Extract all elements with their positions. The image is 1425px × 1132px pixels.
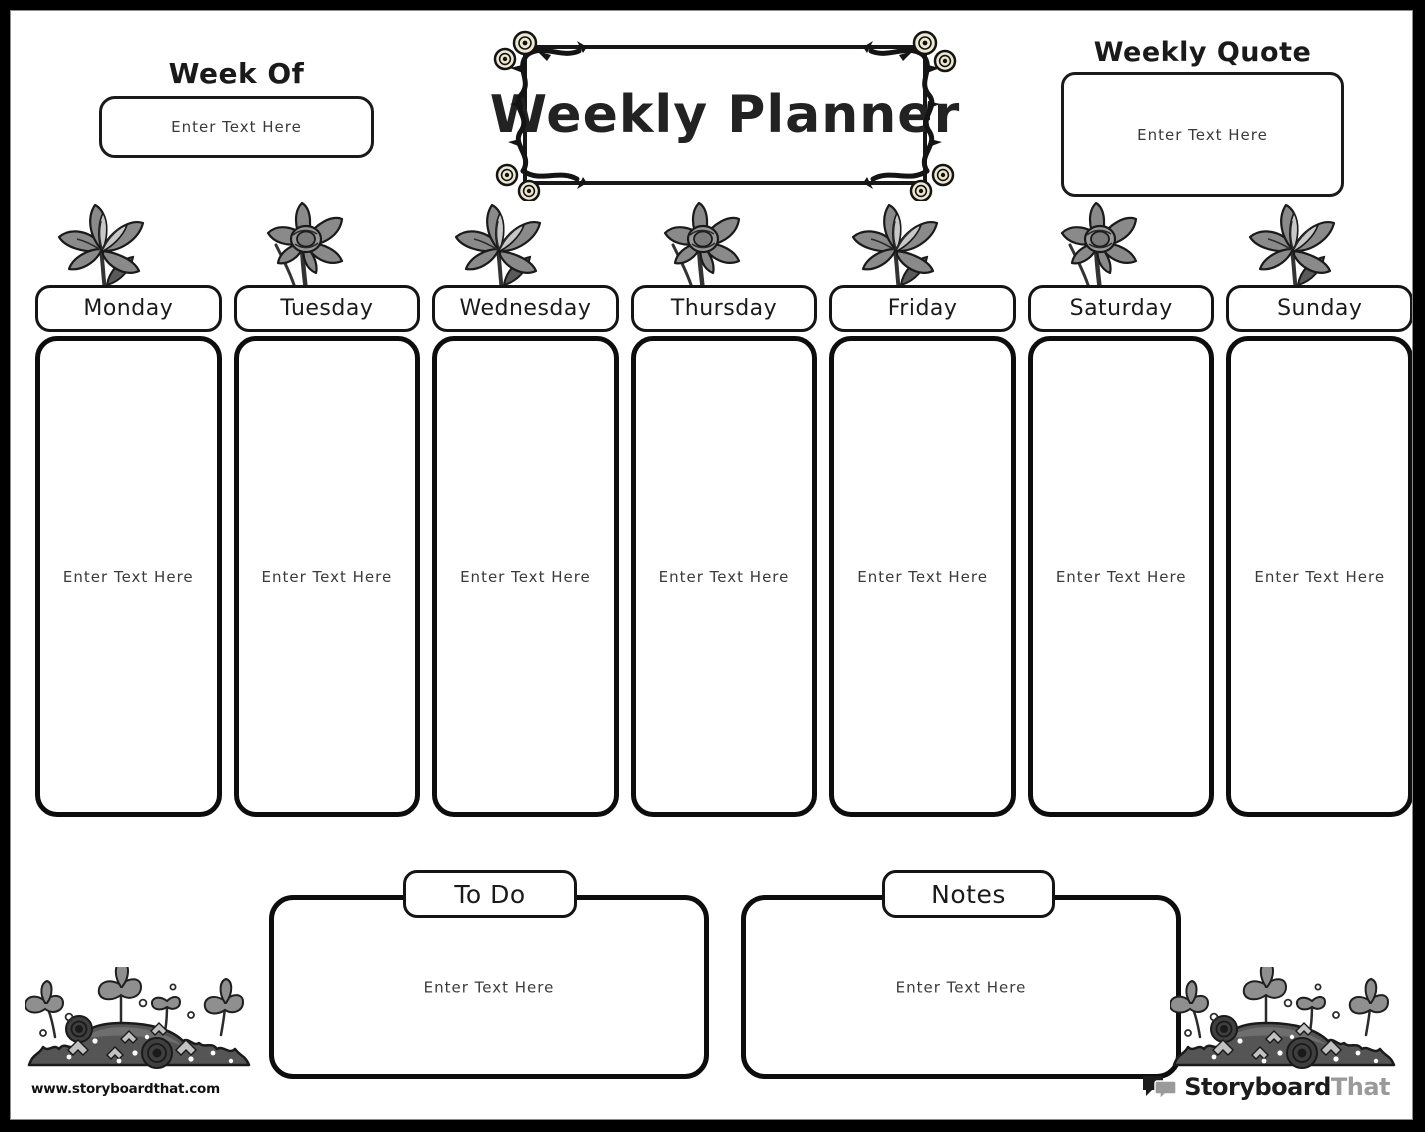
- day-label: Sunday: [1277, 296, 1363, 321]
- lily-flower-icon: [455, 203, 542, 291]
- lily-flower-icon: [852, 203, 939, 291]
- day-entry-wednesday[interactable]: Enter Text Here: [432, 336, 619, 817]
- day-header-friday: Friday: [829, 285, 1016, 332]
- day-placeholder: Enter Text Here: [1055, 567, 1187, 586]
- flower-bush-icon: [25, 967, 251, 1069]
- weekly-quote-placeholder: Enter Text Here: [1137, 125, 1268, 144]
- notes-placeholder: Enter Text Here: [895, 978, 1027, 997]
- weekly-quote-label: Weekly Quote: [1093, 37, 1312, 68]
- brand-text: StoryboardThat: [1184, 1073, 1390, 1101]
- flower-bush-icon: [1170, 967, 1396, 1069]
- todo-label: To Do: [454, 879, 526, 909]
- day-entry-monday[interactable]: Enter Text Here: [35, 336, 222, 817]
- day-placeholder: Enter Text Here: [857, 567, 988, 586]
- day-column-sunday: Sunday Enter Text Here: [1226, 203, 1412, 817]
- daffodil-flower-icon: [266, 201, 343, 291]
- todo-label-tab: To Do: [403, 870, 577, 918]
- day-column-monday: Monday Enter Text Here: [35, 203, 222, 817]
- lily-flower-icon: [57, 203, 145, 291]
- day-header-saturday: Saturday: [1027, 285, 1215, 332]
- notes-input[interactable]: Enter Text Here: [746, 978, 1176, 997]
- week-of-section: Week Of Enter Text Here: [99, 57, 374, 158]
- day-placeholder: Enter Text Here: [1254, 567, 1386, 586]
- title-section: Weekly Planner: [487, 29, 963, 201]
- planner-canvas: Week Of Enter Text Here Weekly Planner W…: [10, 10, 1413, 1120]
- day-column-wednesday: Wednesday Enter Text Here: [432, 203, 619, 817]
- brand-logo[interactable]: StoryboardThat: [1143, 1073, 1391, 1101]
- day-column-tuesday: Tuesday Enter Text Here: [233, 201, 421, 817]
- day-label: Monday: [83, 296, 174, 321]
- notes-label-tab: Notes: [882, 870, 1055, 918]
- weekly-quote-input[interactable]: Enter Text Here: [1061, 72, 1344, 197]
- site-url[interactable]: www.storyboardthat.com: [31, 1081, 220, 1097]
- day-label: Tuesday: [280, 296, 374, 321]
- day-entry-sunday[interactable]: Enter Text Here: [1226, 336, 1412, 817]
- notes-section[interactable]: Notes Enter Text Here: [741, 870, 1181, 1079]
- day-placeholder: Enter Text Here: [658, 567, 790, 586]
- day-header-wednesday: Wednesday: [432, 285, 619, 332]
- day-entry-saturday[interactable]: Enter Text Here: [1027, 336, 1215, 817]
- page-title: Weekly Planner: [489, 85, 961, 145]
- title-box: Weekly Planner: [490, 45, 959, 185]
- weekly-quote-section: Weekly Quote Enter Text Here: [1061, 37, 1344, 197]
- day-header-thursday: Thursday: [630, 285, 818, 332]
- daffodil-flower-icon: [1060, 201, 1137, 291]
- day-column-thursday: Thursday Enter Text Here: [630, 201, 818, 817]
- week-of-input[interactable]: Enter Text Here: [99, 96, 374, 158]
- week-of-label: Week Of: [168, 57, 305, 90]
- day-label: Wednesday: [459, 296, 592, 321]
- day-placeholder: Enter Text Here: [460, 567, 591, 586]
- day-label: Thursday: [670, 296, 778, 321]
- day-entry-friday[interactable]: Enter Text Here: [829, 336, 1016, 817]
- lily-flower-icon: [1249, 203, 1336, 291]
- day-column-friday: Friday Enter Text Here: [829, 203, 1016, 817]
- week-of-placeholder: Enter Text Here: [171, 118, 302, 136]
- todo-input[interactable]: Enter Text Here: [274, 978, 704, 997]
- notes-label: Notes: [931, 879, 1006, 909]
- day-entry-thursday[interactable]: Enter Text Here: [630, 336, 818, 817]
- day-label: Friday: [887, 296, 958, 321]
- day-placeholder: Enter Text Here: [62, 567, 194, 586]
- day-placeholder: Enter Text Here: [261, 567, 393, 586]
- brand-primary: Storyboard: [1184, 1073, 1331, 1101]
- day-column-saturday: Saturday Enter Text Here: [1027, 201, 1215, 817]
- planner-page: Week Of Enter Text Here Weekly Planner W…: [0, 0, 1425, 1132]
- todo-section[interactable]: To Do Enter Text Here: [269, 870, 709, 1079]
- daffodil-flower-icon: [663, 201, 740, 291]
- day-header-tuesday: Tuesday: [233, 285, 421, 332]
- brand-secondary: That: [1330, 1073, 1391, 1101]
- speech-bubbles-logo-icon: [1143, 1076, 1177, 1100]
- day-columns: Monday Enter Text Here Tuesday Enter Tex…: [35, 201, 1412, 817]
- todo-placeholder: Enter Text Here: [423, 978, 555, 997]
- day-header-sunday: Sunday: [1226, 285, 1412, 332]
- day-header-monday: Monday: [35, 285, 222, 332]
- day-entry-tuesday[interactable]: Enter Text Here: [233, 336, 421, 817]
- day-label: Saturday: [1069, 296, 1173, 321]
